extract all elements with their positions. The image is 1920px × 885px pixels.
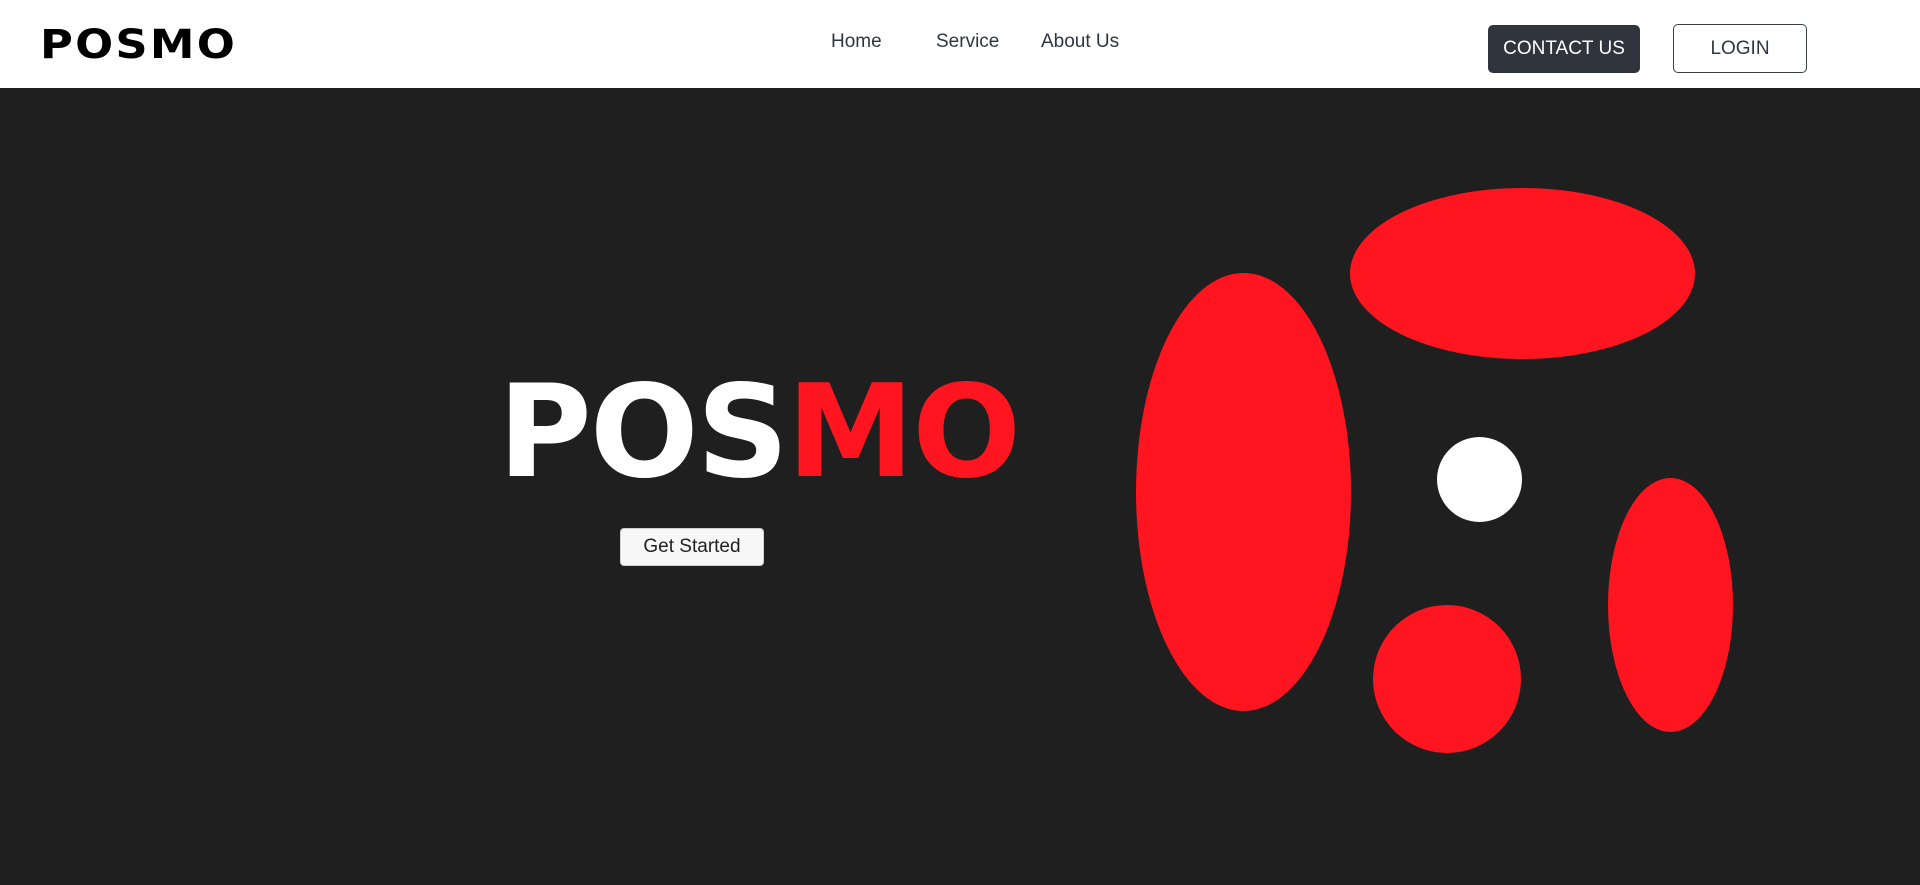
hero-title-white-part: POS: [498, 358, 789, 507]
nav-link-service[interactable]: Service: [936, 28, 999, 56]
nav-link-home[interactable]: Home: [831, 28, 882, 56]
decorative-red-circle: [1373, 605, 1521, 753]
hero-section: POSMO Get Started: [0, 88, 1920, 885]
get-started-button[interactable]: Get Started: [620, 528, 764, 566]
hero-title: POSMO: [498, 358, 1021, 508]
brand-logo[interactable]: POSMO: [40, 21, 237, 69]
decorative-white-circle: [1437, 437, 1522, 522]
login-button[interactable]: LOGIN: [1673, 24, 1807, 73]
hero-title-red-part: MO: [786, 358, 1021, 507]
decorative-red-small-ellipse: [1608, 478, 1733, 732]
nav-link-about-us[interactable]: About Us: [1041, 28, 1119, 56]
top-navbar: POSMO Home Service About Us CONTACT US L…: [0, 0, 1920, 88]
contact-us-button[interactable]: CONTACT US: [1488, 25, 1640, 73]
decorative-red-wide-ellipse: [1350, 188, 1695, 359]
decorative-red-tall-ellipse: [1136, 273, 1351, 711]
